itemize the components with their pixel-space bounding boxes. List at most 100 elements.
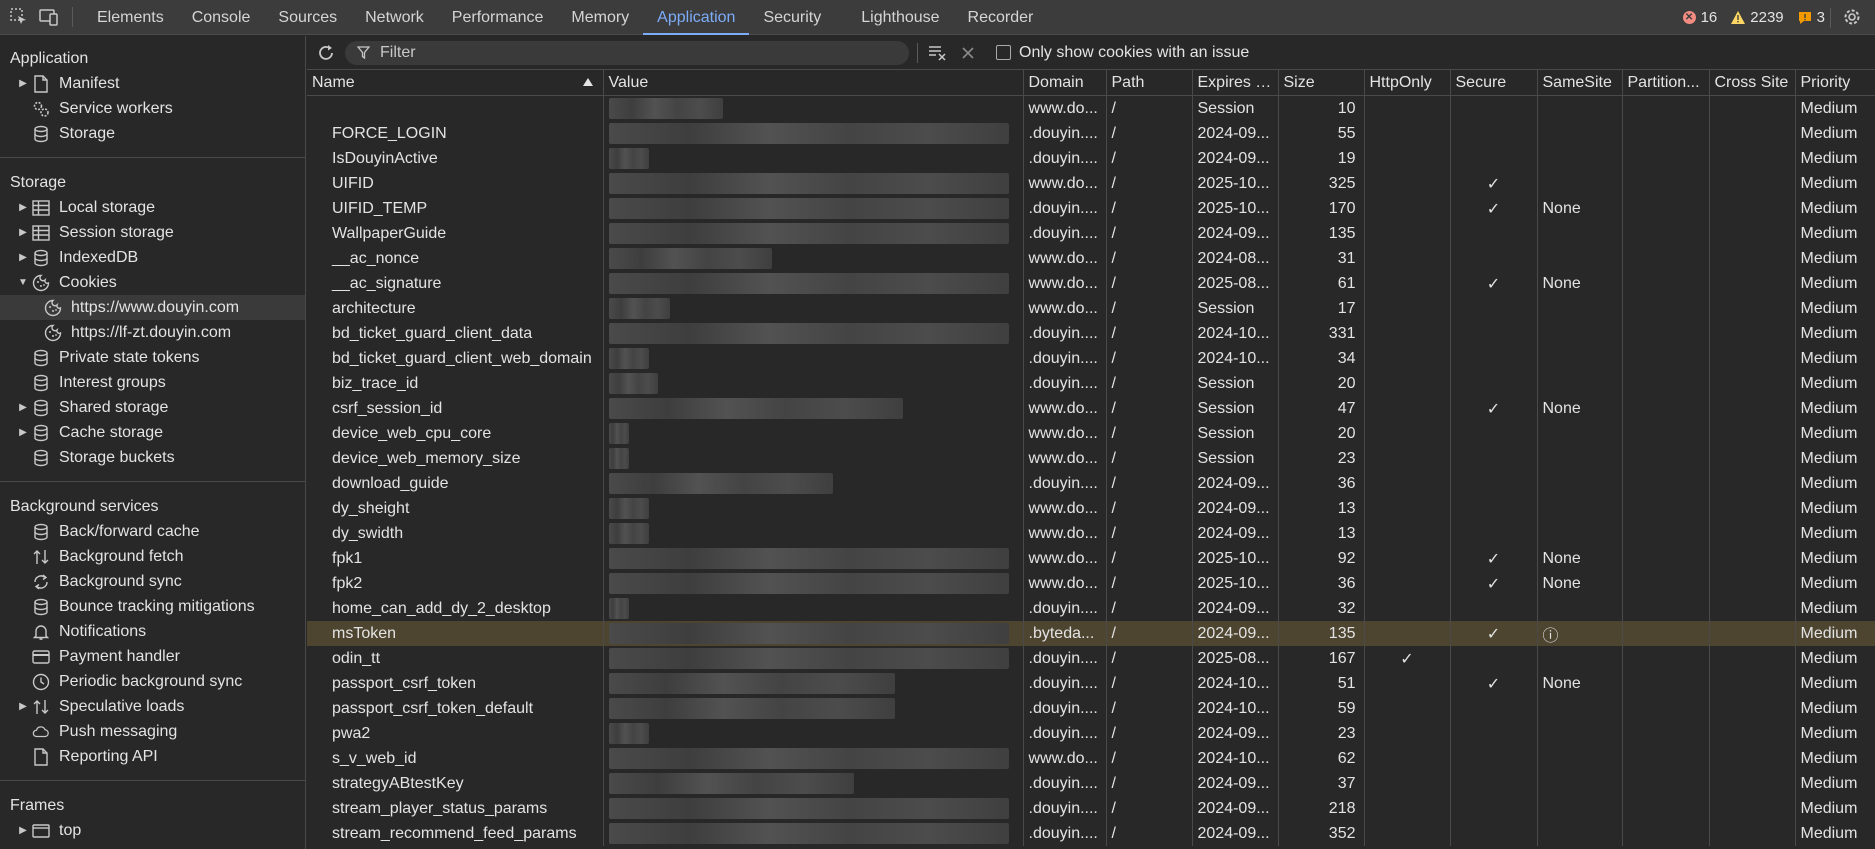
tab-lighthouse[interactable]: Lighthouse — [847, 0, 953, 35]
table-row[interactable]: bd_ticket_guard_client_data .douyin..../2… — [307, 321, 1875, 346]
expand-arrow-right-icon[interactable]: ▶ — [18, 395, 28, 420]
sidebar-item-storage-buckets[interactable]: Storage buckets — [0, 445, 305, 470]
sidebar-item-lf-zt-douyin-com[interactable]: https://lf-zt.douyin.com — [0, 320, 305, 345]
table-row[interactable]: IsDouyinActive .douyin..../2024-09... 19 Me… — [307, 146, 1875, 171]
sidebar-item-private-state-tokens[interactable]: Private state tokens — [0, 345, 305, 370]
sidebar-item-interest-groups[interactable]: Interest groups — [0, 370, 305, 395]
table-row[interactable]: download_guide .douyin..../2024-09... 36 Me… — [307, 471, 1875, 496]
table-row[interactable]: www.do... / Session 10 Medium — [307, 95, 1875, 121]
table-row[interactable]: stream_recommend_feed_params .douyin.... /… — [307, 821, 1875, 846]
sidebar-item-shared-storage[interactable]: ▶ Shared storage — [0, 395, 305, 420]
column-header-size[interactable]: Size — [1278, 70, 1365, 96]
tab-elements[interactable]: Elements — [83, 0, 178, 35]
column-header-secure[interactable]: Secure — [1450, 70, 1538, 96]
table-row[interactable]: fpk2 www.do.../2025-10... 36 ✓ None Medium — [307, 571, 1875, 596]
only-issue-cookies-checkbox[interactable]: Only show cookies with an issue — [996, 44, 1249, 62]
table-row[interactable]: pwa2 .douyin..../2024-09... 23 Medium — [307, 721, 1875, 746]
expand-arrow-right-icon[interactable]: ▶ — [18, 420, 28, 445]
table-row[interactable]: bd_ticket_guard_client_web_domain .douyin… — [307, 346, 1875, 371]
column-header-partition[interactable]: Partition... — [1622, 70, 1710, 96]
table-row[interactable]: biz_trace_id .douyin.... / Session 20 Medium — [307, 371, 1875, 396]
tab-application[interactable]: Application — [643, 0, 750, 35]
column-header-value[interactable]: Value — [603, 70, 1024, 96]
sidebar-item-background-sync[interactable]: Background sync — [0, 569, 305, 594]
tab-sources[interactable]: Sources — [264, 0, 351, 35]
filter-box[interactable] — [345, 40, 909, 65]
sidebar-item-speculative-loads[interactable]: ▶ Speculative loads — [0, 694, 305, 719]
column-header-cross-site[interactable]: Cross Site — [1709, 70, 1796, 96]
table-row[interactable]: UIFID_TEMP .douyin..../2025-10... 170 ✓ None… — [307, 196, 1875, 221]
table-row[interactable]: device_web_memory_size www.do... / Session 2… — [307, 446, 1875, 471]
sidebar-item-indexeddb[interactable]: ▶ IndexedDB — [0, 245, 305, 270]
sidebar-item-reporting-api[interactable]: Reporting API — [0, 744, 305, 769]
sidebar-item-cookies[interactable]: ▼ Cookies — [0, 270, 305, 295]
sidebar-item-session-storage[interactable]: ▶ Session storage — [0, 220, 305, 245]
table-row[interactable]: s_v_web_id www.do.../2024-10... 62 Medium — [307, 746, 1875, 771]
inspect-element-icon[interactable] — [8, 6, 30, 28]
sidebar-item-notifications[interactable]: Notifications — [0, 619, 305, 644]
table-row[interactable]: strategyABtestKey .douyin..../2024-09... 3… — [307, 771, 1875, 796]
sidebar-item-back-forward-cache[interactable]: Back/forward cache — [0, 519, 305, 544]
column-header-path[interactable]: Path — [1106, 70, 1193, 96]
filter-input[interactable] — [378, 42, 882, 63]
table-row[interactable]: __ac_nonce www.do.../2024-08... 31 Medium — [307, 246, 1875, 271]
errors-counter[interactable]: ✕ 16 — [1682, 9, 1717, 26]
delete-selected-close-icon[interactable] — [956, 41, 980, 65]
sidebar-item-storage[interactable]: Storage — [0, 121, 305, 146]
warnings-counter[interactable]: 2239 — [1731, 9, 1784, 26]
expand-arrow-right-icon[interactable]: ▶ — [18, 220, 28, 245]
sidebar-item-cache-storage[interactable]: ▶ Cache storage — [0, 420, 305, 445]
sidebar-item-periodic-background-sync[interactable]: Periodic background sync — [0, 669, 305, 694]
table-row[interactable]: device_web_cpu_core www.do... / Session 20 Me… — [307, 421, 1875, 446]
table-row[interactable]: fpk1 www.do.../2025-10... 92 ✓ None Medium — [307, 546, 1875, 571]
expand-arrow-right-icon[interactable]: ▶ — [18, 195, 28, 220]
device-toolbar-icon[interactable] — [38, 6, 60, 28]
table-row[interactable]: WallpaperGuide .douyin..../2024-09... 135 M… — [307, 221, 1875, 246]
table-row[interactable]: dy_sheight www.do.../2024-09... 13 Medium — [307, 496, 1875, 521]
checkbox-box[interactable] — [996, 45, 1011, 60]
sidebar-item-manifest[interactable]: ▶ Manifest — [0, 71, 305, 96]
table-row[interactable]: FORCE_LOGIN .douyin..../2024-09... 55 Mediu… — [307, 121, 1875, 146]
issues-counter[interactable]: 3 — [1798, 9, 1825, 26]
sidebar-item-service-workers[interactable]: Service workers — [0, 96, 305, 121]
sidebar-item-top[interactable]: ▶ top — [0, 818, 305, 843]
column-header-expires[interactable]: Expires /... — [1192, 70, 1279, 96]
table-row[interactable]: csrf_session_id www.do... / Session 47 ✓ None M… — [307, 396, 1875, 421]
expand-arrow-right-icon[interactable]: ▶ — [18, 71, 28, 96]
table-row[interactable]: passport_csrf_token_default .douyin..../2… — [307, 696, 1875, 721]
settings-gear-icon[interactable] — [1841, 6, 1863, 28]
sidebar-item-local-storage[interactable]: ▶ Local storage — [0, 195, 305, 220]
table-row[interactable]: odin_tt .douyin..../2025-08... 167 ✓ Medium — [307, 646, 1875, 671]
sidebar-item-bounce-tracking-mitigations[interactable]: Bounce tracking mitigations — [0, 594, 305, 619]
expand-arrow-right-icon[interactable]: ▶ — [18, 245, 28, 270]
table-row[interactable]: __ac_signature www.do.../2025-08... 61 ✓ Non… — [307, 271, 1875, 296]
console-status-counters[interactable]: ✕ 16 2239 3 — [1682, 0, 1825, 35]
tab-memory[interactable]: Memory — [557, 0, 643, 35]
table-row[interactable]: dy_swidth www.do.../2024-09... 13 Medium — [307, 521, 1875, 546]
refresh-icon[interactable] — [315, 42, 337, 64]
tab-network[interactable]: Network — [351, 0, 438, 35]
column-header-priority[interactable]: Priority — [1795, 70, 1875, 96]
sidebar-item-push-messaging[interactable]: Push messaging — [0, 719, 305, 744]
tab-security[interactable]: Security — [749, 0, 835, 35]
tab-performance[interactable]: Performance — [438, 0, 558, 35]
expand-arrow-down-icon[interactable]: ▼ — [18, 270, 28, 295]
sidebar-item-www-douyin-com[interactable]: https://www.douyin.com — [0, 295, 305, 320]
column-header-httponly[interactable]: HttpOnly — [1364, 70, 1451, 96]
expand-arrow-right-icon[interactable]: ▶ — [18, 818, 28, 843]
column-header-samesite[interactable]: SameSite — [1537, 70, 1623, 96]
clear-filtered-cookies-icon[interactable] — [926, 41, 950, 65]
sidebar-item-payment-handler[interactable]: Payment handler — [0, 644, 305, 669]
table-row[interactable]: msToken .byteda.../2024-09... 135 ✓ ⓘ Medium — [307, 621, 1875, 646]
tab-console[interactable]: Console — [178, 0, 265, 35]
table-row[interactable]: UIFID www.do.../2025-10... 325 ✓ Medium — [307, 171, 1875, 196]
table-row[interactable]: home_can_add_dy_2_desktop .douyin..../202… — [307, 596, 1875, 621]
table-row[interactable]: architecture www.do... / Session 17 Medium — [307, 296, 1875, 321]
column-header-domain[interactable]: Domain — [1023, 70, 1107, 96]
tab-recorder[interactable]: Recorder — [954, 0, 1048, 35]
expand-arrow-right-icon[interactable]: ▶ — [18, 694, 28, 719]
table-row[interactable]: stream_player_status_params .douyin..../2… — [307, 796, 1875, 821]
column-header-name[interactable]: Name — [307, 70, 604, 96]
table-row[interactable]: passport_csrf_token .douyin..../2024-10..… — [307, 671, 1875, 696]
sidebar-item-background-fetch[interactable]: Background fetch — [0, 544, 305, 569]
